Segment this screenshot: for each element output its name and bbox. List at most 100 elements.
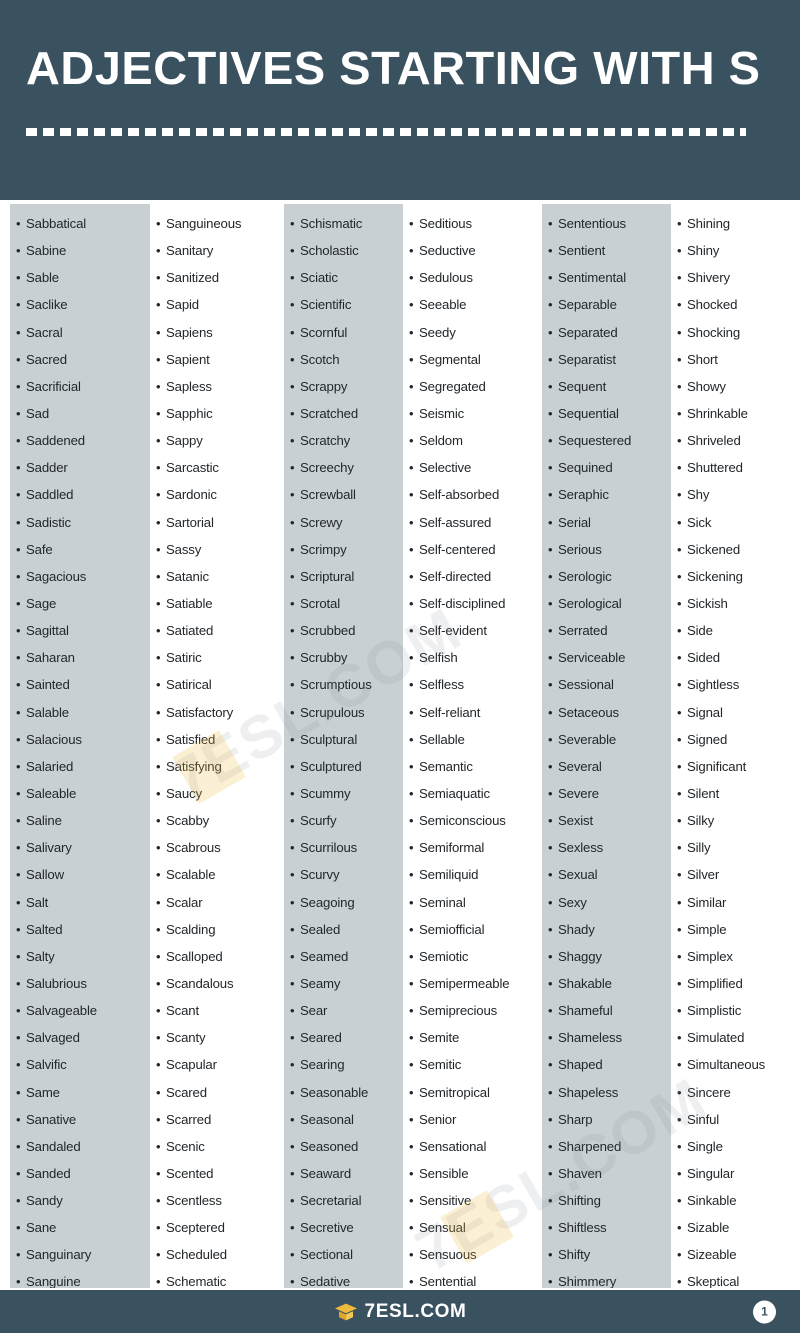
word-label: Self-disciplined: [419, 595, 506, 611]
bullet-icon: •: [409, 460, 414, 476]
word-label: Sardonic: [166, 487, 217, 503]
word-item: • Sacred: [16, 346, 148, 373]
word-item: • Sinful: [677, 1106, 789, 1133]
word-item: • Sagittal: [16, 617, 148, 644]
word-label: Sculptural: [300, 731, 358, 747]
bullet-icon: •: [677, 216, 682, 231]
word-item: • Simulated: [677, 1024, 789, 1051]
word-label: Satiric: [166, 650, 202, 666]
word-label: Silly: [687, 840, 711, 856]
bullet-icon: •: [16, 243, 21, 259]
bullet-icon: •: [548, 595, 553, 611]
word-item: • Sculptured: [290, 753, 401, 780]
word-column-3: • Schismatic • Scholastic • Sciatic • Scientifi…: [284, 204, 403, 1288]
word-label: Scalding: [166, 921, 216, 937]
word-item: • Sabbatical: [16, 210, 148, 237]
infographic-page: ADJECTIVES STARTING WITH S 7ESL.COM 7ESL…: [0, 0, 800, 1333]
word-label: Sickening: [687, 568, 743, 584]
bullet-icon: •: [548, 568, 553, 584]
bullet-icon: •: [548, 243, 553, 259]
word-label: Signed: [687, 731, 728, 747]
word-item: • Sanguine: [16, 1268, 148, 1288]
word-label: Sensible: [419, 1165, 469, 1181]
bullet-icon: •: [409, 405, 414, 421]
bullet-icon: •: [156, 677, 161, 693]
word-item: • Simplistic: [677, 997, 789, 1024]
bullet-icon: •: [409, 921, 414, 937]
word-item: • Scrubbed: [290, 617, 401, 644]
word-label: Sarcastic: [166, 460, 219, 476]
word-label: Sanguinary: [26, 1247, 92, 1263]
bullet-icon: •: [548, 1084, 553, 1100]
word-item: • Scientific: [290, 291, 401, 318]
word-label: Shimmery: [558, 1274, 617, 1288]
word-label: Scummy: [300, 785, 351, 801]
bullet-icon: •: [16, 867, 21, 883]
word-label: Shifting: [558, 1193, 601, 1209]
bullet-icon: •: [16, 1003, 21, 1019]
bullet-icon: •: [409, 677, 414, 693]
bullet-icon: •: [156, 840, 161, 856]
brand-logo[interactable]: 7ESL.COM: [334, 1301, 467, 1323]
word-item: • Simultaneous: [677, 1051, 789, 1078]
word-item: • Seasonal: [290, 1106, 401, 1133]
bullet-icon: •: [156, 1220, 161, 1236]
bullet-icon: •: [290, 1084, 295, 1100]
word-label: Shakable: [558, 975, 612, 991]
bullet-icon: •: [548, 704, 553, 720]
word-label: Sexist: [558, 813, 594, 829]
word-item: • Self-evident: [409, 617, 540, 644]
bullet-icon: •: [156, 1003, 161, 1019]
word-label: Semiotic: [419, 948, 469, 964]
bullet-icon: •: [290, 324, 295, 340]
word-label: Shiftless: [558, 1220, 607, 1236]
bullet-icon: •: [548, 405, 553, 421]
word-item: • Semiofficial: [409, 916, 540, 943]
word-label: Simultaneous: [687, 1057, 766, 1073]
bullet-icon: •: [409, 1274, 414, 1288]
bullet-icon: •: [156, 650, 161, 666]
bullet-icon: •: [409, 433, 414, 449]
bullet-icon: •: [16, 460, 21, 476]
word-item: • Scalloped: [156, 943, 282, 970]
bullet-icon: •: [16, 1057, 21, 1073]
word-label: Seamy: [300, 975, 341, 991]
word-item: • Seedy: [409, 319, 540, 346]
word-item: • Shaped: [548, 1051, 669, 1078]
bullet-icon: •: [16, 568, 21, 584]
bullet-icon: •: [409, 1057, 414, 1073]
word-label: Same: [26, 1084, 60, 1100]
bullet-icon: •: [677, 1220, 682, 1236]
bullet-icon: •: [156, 1247, 161, 1263]
page-footer: 7ESL.COM 1: [0, 1290, 800, 1333]
word-item: • Salable: [16, 699, 148, 726]
bullet-icon: •: [409, 867, 414, 883]
word-label: Shining: [687, 216, 730, 231]
word-item: • Separated: [548, 319, 669, 346]
word-item: • Shining: [677, 210, 789, 237]
word-item: • Sceptered: [156, 1214, 282, 1241]
word-label: Sadistic: [26, 514, 71, 530]
bullet-icon: •: [16, 1247, 21, 1263]
word-label: Screwy: [300, 514, 343, 530]
bullet-icon: •: [290, 840, 295, 856]
bullet-icon: •: [548, 460, 553, 476]
word-label: Serviceable: [558, 650, 626, 666]
word-label: Sizeable: [687, 1247, 737, 1263]
word-item: • Semiliquid: [409, 861, 540, 888]
word-item: • Sage: [16, 590, 148, 617]
word-label: Sear: [300, 1003, 328, 1019]
word-label: Satiable: [166, 595, 213, 611]
bullet-icon: •: [409, 324, 414, 340]
bullet-icon: •: [548, 270, 553, 286]
word-label: Sandaled: [26, 1138, 81, 1154]
word-item: • Sentimental: [548, 264, 669, 291]
bullet-icon: •: [677, 704, 682, 720]
word-column-6: • Shining • Shiny • Shivery • Shocked • Shocking •…: [671, 204, 791, 1288]
bullet-icon: •: [677, 623, 682, 639]
word-item: • Saharan: [16, 644, 148, 671]
word-item: • Self-assured: [409, 509, 540, 536]
word-item: • Semipermeable: [409, 970, 540, 997]
word-label: Semiformal: [419, 840, 485, 856]
word-item: • Scalar: [156, 889, 282, 916]
